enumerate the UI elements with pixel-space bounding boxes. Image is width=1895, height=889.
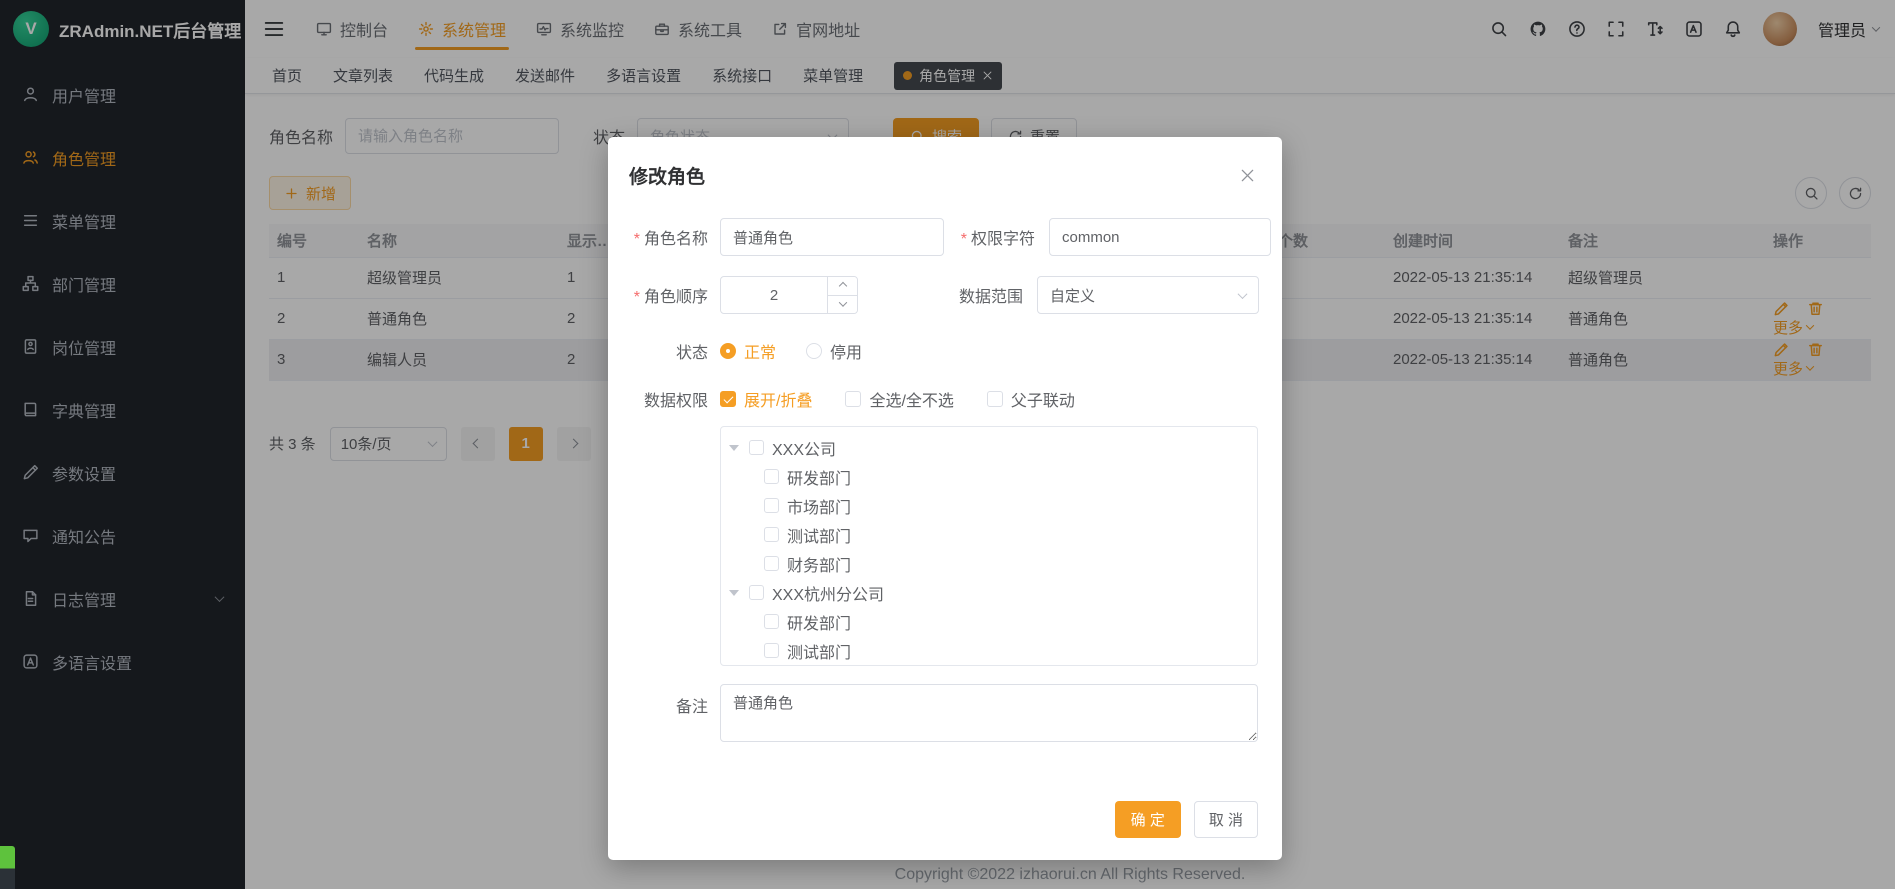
chevron-down-icon	[838, 299, 846, 307]
tree-node-child[interactable]: 测试部门	[721, 636, 1257, 665]
tree-node-label: 研发部门	[787, 610, 851, 634]
app-root: V ZRAdmin.NET后台管理 用户管理 角色管理 菜单管理 部门管理	[0, 0, 1895, 889]
chevron-up-icon	[838, 282, 846, 290]
data-permission-row: 数据权限 展开/折叠 全选/全不选 父子联动	[608, 387, 1282, 411]
form-row: 角色名称 权限字符	[608, 218, 1282, 256]
tree-checkbox[interactable]	[749, 585, 764, 600]
checkbox-expand-collapse[interactable]: 展开/折叠	[720, 387, 812, 411]
dialog-title: 修改角色	[629, 167, 705, 188]
stepper-controls	[827, 277, 857, 313]
tree-node-label: 财务部门	[787, 552, 851, 576]
perm-char-label: 权限字符	[956, 225, 1035, 249]
checkbox-icon	[720, 391, 736, 407]
radio-disabled[interactable]: 停用	[806, 339, 862, 363]
extension-badge	[0, 846, 15, 889]
caret-down-icon[interactable]	[729, 590, 739, 596]
form-row: 角色顺序 数据范围 自定义	[608, 276, 1282, 314]
data-scope-label: 数据范围	[944, 283, 1023, 307]
role-order-stepper	[720, 276, 858, 314]
tree-checkbox[interactable]	[764, 556, 779, 571]
data-permission-label: 数据权限	[608, 387, 708, 411]
close-icon[interactable]	[1240, 168, 1255, 183]
remark-row: 备注 普通角色	[608, 684, 1282, 742]
radio-label: 停用	[830, 339, 862, 363]
checkbox-label: 全选/全不选	[869, 387, 953, 411]
tree-node-label: 测试部门	[787, 639, 851, 663]
data-scope-value: 自定义	[1050, 285, 1095, 306]
remark-field[interactable]: 普通角色	[720, 684, 1258, 742]
tree-checkbox[interactable]	[764, 614, 779, 629]
dept-tree: XXX公司 研发部门 市场部门 测试部门 财务部门	[720, 426, 1258, 666]
data-scope-select[interactable]: 自定义	[1037, 276, 1259, 314]
radio-normal[interactable]: 正常	[720, 339, 776, 363]
decrease-button[interactable]	[828, 295, 857, 314]
dialog-footer: 确 定 取 消	[608, 801, 1282, 860]
tree-checkbox[interactable]	[749, 440, 764, 455]
role-name-label: 角色名称	[608, 225, 708, 249]
checkbox-icon	[845, 391, 861, 407]
tree-checkbox[interactable]	[764, 498, 779, 513]
radio-icon	[806, 343, 822, 359]
tree-node-label: XXX公司	[772, 436, 836, 460]
edit-role-dialog: 修改角色 角色名称 权限字符 角色顺序 数据范围	[608, 137, 1282, 860]
tree-node-label: XXX杭州分公司	[772, 581, 884, 605]
tree-node-child[interactable]: 测试部门	[721, 520, 1257, 549]
tree-node-parent[interactable]: XXX公司	[721, 433, 1257, 462]
confirm-button[interactable]: 确 定	[1115, 801, 1181, 838]
dialog-header: 修改角色	[608, 137, 1282, 189]
checkbox-label: 父子联动	[1011, 387, 1075, 411]
tree-node-child[interactable]: 财务部门	[721, 549, 1257, 578]
caret-down-icon[interactable]	[729, 445, 739, 451]
role-order-label: 角色顺序	[608, 283, 708, 307]
tree-node-label: 研发部门	[787, 465, 851, 489]
checkbox-icon	[987, 391, 1003, 407]
status-row: 状态 正常 停用	[608, 339, 1282, 363]
tree-node-child[interactable]: 市场部门	[721, 491, 1257, 520]
tree-checkbox[interactable]	[764, 643, 779, 658]
increase-button[interactable]	[828, 277, 857, 295]
dialog-body: 角色名称 权限字符 角色顺序 数据范围 自定义	[608, 189, 1282, 742]
radio-label: 正常	[744, 339, 776, 363]
tree-node-label: 测试部门	[787, 523, 851, 547]
tree-node-label: 市场部门	[787, 494, 851, 518]
checkbox-parent-child[interactable]: 父子联动	[987, 387, 1075, 411]
perm-char-field[interactable]	[1049, 218, 1271, 256]
tree-node-child[interactable]: 研发部门	[721, 607, 1257, 636]
tree-node-child[interactable]: 研发部门	[721, 462, 1257, 491]
remark-label: 备注	[608, 693, 708, 742]
chevron-down-icon	[1238, 289, 1248, 299]
checkbox-select-all[interactable]: 全选/全不选	[845, 387, 953, 411]
role-name-field[interactable]	[720, 218, 944, 256]
checkbox-label: 展开/折叠	[744, 387, 812, 411]
tree-checkbox[interactable]	[764, 527, 779, 542]
cancel-button[interactable]: 取 消	[1194, 801, 1258, 838]
tree-checkbox[interactable]	[764, 469, 779, 484]
status-label: 状态	[608, 339, 708, 363]
tree-node-parent[interactable]: XXX杭州分公司	[721, 578, 1257, 607]
radio-icon	[720, 343, 736, 359]
